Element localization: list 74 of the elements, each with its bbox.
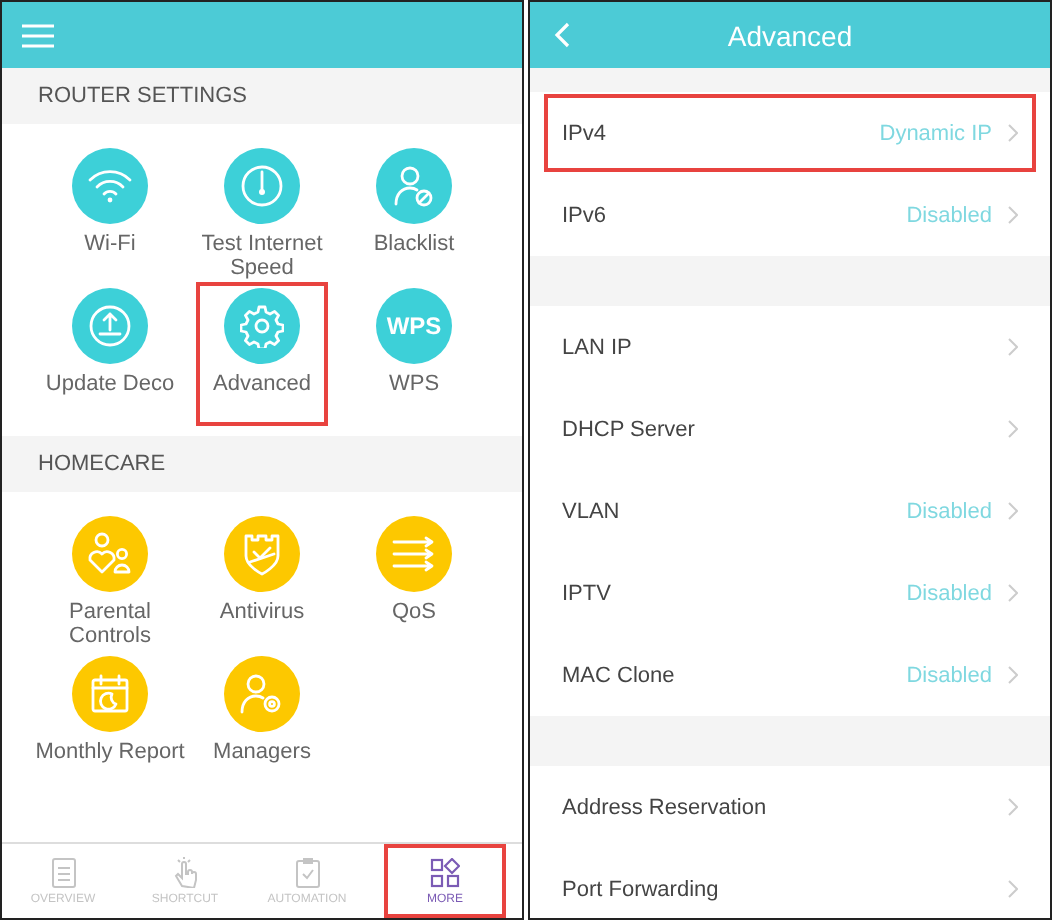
- row-label: IPv6: [562, 203, 609, 227]
- row-label: MAC Clone: [562, 663, 677, 687]
- row-label: VLAN: [562, 499, 622, 523]
- document-icon: [51, 857, 75, 887]
- arrows-icon: [392, 536, 436, 572]
- clipboard-check-icon: [295, 857, 319, 887]
- calendar-icon: [90, 674, 130, 714]
- tile-label: Monthly Report: [35, 740, 185, 764]
- gear-icon: [240, 304, 284, 348]
- setting-tile[interactable]: Monthly Report: [34, 652, 186, 792]
- wps-label: WPS: [386, 312, 442, 340]
- grid-icon: [430, 857, 460, 887]
- section-heading: ROUTER SETTINGS: [2, 68, 522, 124]
- tile-label: QoS: [391, 600, 436, 624]
- chevron-right-icon: [1008, 880, 1018, 898]
- tile-label: Managers: [213, 740, 311, 764]
- row-label: Port Forwarding: [562, 877, 721, 901]
- chevron-right-icon: [1008, 584, 1018, 602]
- row-value: Disabled: [906, 499, 992, 523]
- chevron-right-icon: [1008, 420, 1018, 438]
- setting-tile[interactable]: Wi-Fi: [34, 144, 186, 284]
- settings-row[interactable]: Port Forwarding: [530, 848, 1050, 918]
- settings-row[interactable]: IPTV Disabled: [530, 552, 1050, 634]
- chevron-right-icon: [1008, 338, 1018, 356]
- setting-tile[interactable]: Managers: [186, 652, 338, 792]
- user-gear-icon: [240, 672, 284, 716]
- chevron-right-icon: [1008, 206, 1018, 224]
- setting-tile[interactable]: QoS: [338, 512, 490, 652]
- row-label: LAN IP: [562, 335, 634, 359]
- user-blocked-icon: [394, 164, 434, 208]
- section-heading: HOMECARE: [2, 436, 522, 492]
- setting-tile[interactable]: Antivirus: [186, 512, 338, 652]
- settings-row[interactable]: DHCP Server: [530, 388, 1050, 470]
- tile-label: Test Internet Speed: [199, 232, 325, 280]
- chevron-right-icon: [1008, 798, 1018, 816]
- tile-label: Antivirus: [219, 600, 305, 624]
- settings-row[interactable]: Address Reservation: [530, 766, 1050, 848]
- back-icon[interactable]: [554, 22, 570, 48]
- pointer-hand-icon: [171, 856, 199, 888]
- setting-tile[interactable]: Test Internet Speed: [186, 144, 338, 284]
- upload-icon: [88, 304, 132, 348]
- row-value: Disabled: [906, 663, 992, 687]
- settings-row[interactable]: IPv6 Disabled: [530, 174, 1050, 256]
- tile-label: Wi-Fi: [84, 232, 136, 256]
- settings-row[interactable]: MAC Clone Disabled: [530, 634, 1050, 716]
- row-label: IPTV: [562, 581, 613, 605]
- menu-icon[interactable]: [22, 23, 54, 47]
- setting-tile[interactable]: Update Deco: [34, 284, 186, 424]
- chevron-right-icon: [1008, 502, 1018, 520]
- family-heart-icon: [86, 532, 134, 576]
- highlighted-settings-row[interactable]: IPv4 Dynamic IP: [542, 92, 1038, 174]
- settings-row[interactable]: VLAN Disabled: [530, 470, 1050, 552]
- tile-label: WPS: [388, 372, 440, 396]
- tile-label: Blacklist: [373, 232, 455, 256]
- tile-label: Update Deco: [45, 372, 175, 396]
- row-label: Address Reservation: [562, 795, 769, 819]
- highlighted-setting-tile[interactable]: Advanced: [198, 284, 326, 424]
- row-label: DHCP Server: [562, 417, 697, 441]
- row-label: IPv4: [562, 121, 609, 145]
- tile-label: Parental Controls: [67, 600, 153, 648]
- chevron-right-icon: [1008, 124, 1018, 142]
- setting-tile[interactable]: Parental Controls: [34, 512, 186, 652]
- gauge-icon: [240, 164, 284, 208]
- chevron-right-icon: [1008, 666, 1018, 684]
- row-value: Dynamic IP: [879, 121, 992, 145]
- tile-label: Advanced: [213, 372, 311, 396]
- screen-title: Advanced: [725, 19, 855, 51]
- row-value: Disabled: [906, 203, 992, 227]
- row-value: Disabled: [906, 581, 992, 605]
- shield-icon: [242, 532, 282, 576]
- wifi-icon: [88, 168, 132, 204]
- setting-tile[interactable]: Blacklist: [338, 144, 490, 284]
- settings-row[interactable]: LAN IP: [530, 306, 1050, 388]
- setting-tile[interactable]: WPS WPS: [338, 284, 490, 424]
